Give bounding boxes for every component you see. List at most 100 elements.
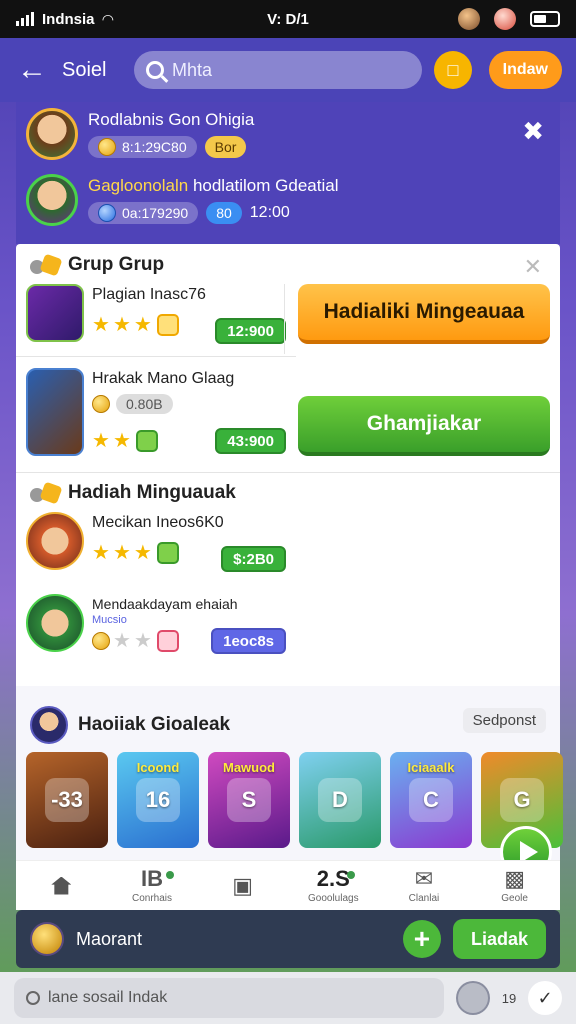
star-icon: ★ [112, 314, 131, 336]
notification-time: 12:00 [249, 204, 290, 221]
action-bar-label: Maorant [76, 928, 143, 949]
nav-goals[interactable]: 2.S Gooolulags [293, 861, 373, 911]
badge-icon [156, 630, 179, 652]
gem-icon [98, 204, 116, 222]
divider [284, 284, 285, 354]
item-title: Hrakak Mano Glaag [92, 370, 235, 387]
games-gallery: Haoiiak Gioaleak Sedponst -33 Icoond 16 M… [16, 686, 563, 860]
home-icon [51, 876, 72, 895]
avatar [30, 706, 68, 744]
game-thumbnail [26, 594, 84, 652]
send-icon[interactable]: ✓ [528, 981, 562, 1015]
rating-stars: ★ ★ ★ [92, 542, 179, 564]
status-bar: Indnsia ◠ V: D/1 [0, 0, 576, 38]
person-icon [26, 991, 40, 1005]
divider [16, 472, 560, 473]
coin-icon [92, 395, 110, 413]
nav-games[interactable]: ▩ Geole [475, 861, 555, 911]
star-icon: ★ [133, 542, 152, 564]
back-arrow-icon[interactable]: ← [14, 55, 50, 85]
status-badge: Bor [204, 136, 247, 158]
list-item[interactable]: Hrakak Mano Glaag 0.80B ★ ★ 43:900 [26, 368, 286, 456]
game-thumbnail [26, 512, 84, 570]
gallery-header: Haoiiak Gioaleak [30, 706, 230, 744]
chat-composer: lane sosail Indak 19 ✓ [0, 972, 576, 1024]
notification-item[interactable]: Rodlabnis Gon Ohigia 8:1:29C80 Bor [26, 108, 254, 160]
reward-icon [30, 482, 62, 504]
star-icon: ★ [92, 542, 110, 564]
close-icon[interactable]: ✖ [522, 116, 544, 147]
nav-messages[interactable]: ✉ Clanlai [384, 861, 464, 911]
item-title: Mecikan Ineos6K0 [92, 514, 224, 531]
list-item[interactable]: Mendaakdayam ehaiah Mucsio ★ ★ 1eoc8s [26, 594, 286, 658]
message-input[interactable]: lane sosail Indak [14, 978, 444, 1018]
see-all-button[interactable]: Sedponst [462, 708, 546, 733]
notification-dot [165, 870, 174, 879]
search-text: Mhta [172, 59, 213, 80]
carrier-label: Indnsia [42, 10, 95, 28]
list-item[interactable]: Plagian Inasc76 ★ ★ ★ 12:900 [26, 284, 286, 348]
nav-home[interactable] [21, 861, 101, 911]
add-button[interactable]: + [402, 920, 441, 958]
coin-icon [98, 138, 116, 156]
game-thumbnail [26, 284, 84, 342]
game-tile[interactable]: Mawuod S [208, 752, 290, 848]
nav-gifts[interactable]: ▣ [203, 861, 283, 911]
coin-amount: 8:1:29C80 [88, 136, 197, 158]
star-icon: ★ [112, 430, 131, 452]
list-item[interactable]: Mecikan Ineos6K0 ★ ★ ★ $:2B0 [26, 512, 286, 576]
top-navigation: ← Soiel Mhta □ Indaw [0, 38, 576, 102]
notification-avatar-icon [458, 8, 480, 30]
rewards-card: Grup Grup ✕ Plagian Inasc76 ★ ★ ★ 12:900 H… [16, 244, 563, 860]
notification-name: Rodlabnis Gon Ohigia [88, 110, 255, 129]
app-notification-icon [494, 8, 516, 30]
gift-box-icon: ▣ [232, 872, 254, 898]
price-button[interactable]: 12:900 [215, 318, 286, 344]
game-tile[interactable]: Icoond 16 [117, 752, 199, 848]
price-button[interactable]: 43:900 [215, 428, 286, 454]
search-input[interactable]: Mhta [134, 51, 422, 89]
price-button[interactable]: 1eoc8s [211, 628, 286, 654]
group-icon [30, 254, 62, 276]
coin-icon [92, 632, 110, 650]
nav-contacts[interactable]: IB Conrhais [112, 861, 192, 911]
price-button[interactable]: $:2B0 [221, 546, 286, 572]
contacts-icon: IB [140, 866, 163, 891]
game-tile[interactable]: Iciaaalk C [390, 752, 472, 848]
coin-amount: 0a:179290 [88, 202, 199, 224]
item-sub: 0.80B [92, 394, 173, 414]
badge-icon [135, 430, 158, 452]
mic-icon[interactable] [456, 981, 490, 1015]
divider [16, 356, 296, 357]
game-tile[interactable]: -33 [26, 752, 108, 848]
notification-name: Gagloonolaln hodlatilom Gdeatial [88, 176, 339, 195]
star-icon: ★ [113, 630, 131, 652]
goals-icon: 2.S [316, 866, 350, 891]
bottom-navigation: IB Conrhais ▣ 2.S Gooolulags ✉ Clanlai ▩… [16, 860, 560, 910]
chest-icon [156, 314, 179, 336]
rating-stars: ★ ★ [92, 430, 158, 452]
mail-icon: ✉ [414, 866, 434, 891]
char-count: 19 [501, 990, 517, 1006]
star-icon: ★ [133, 630, 152, 652]
game-tile[interactable]: D [299, 752, 381, 848]
star-icon: ★ [112, 542, 131, 564]
rating-stars: ★ ★ [92, 630, 179, 652]
claim-weekly-button[interactable]: Hadialiki Mingeauaa [298, 284, 550, 344]
notification-item[interactable]: Gagloonolaln hodlatilom Gdeatial 0a:1792… [26, 174, 338, 226]
item-title: Mendaakdayam ehaiah [92, 596, 238, 612]
notification-panel: Rodlabnis Gon Ohigia 8:1:29C80 Bor Gaglo… [16, 102, 560, 244]
star-icon: ★ [92, 314, 110, 336]
status-badge: 80 [206, 202, 242, 224]
notification-dot [347, 870, 356, 879]
header-action-button[interactable]: Indaw [488, 51, 562, 89]
section-header: Grup Grup [30, 254, 164, 276]
item-sub: Mucsio [92, 614, 127, 626]
load-button[interactable]: Liadak [452, 919, 546, 959]
claim-button[interactable]: Ghamjiakar [298, 396, 550, 456]
page-title: Soiel [62, 58, 107, 81]
badge-icon [156, 542, 179, 564]
action-bar: Maorant + Liadak [16, 910, 560, 968]
card-close-icon[interactable]: ✕ [524, 254, 542, 280]
gift-icon[interactable]: □ [434, 51, 472, 89]
